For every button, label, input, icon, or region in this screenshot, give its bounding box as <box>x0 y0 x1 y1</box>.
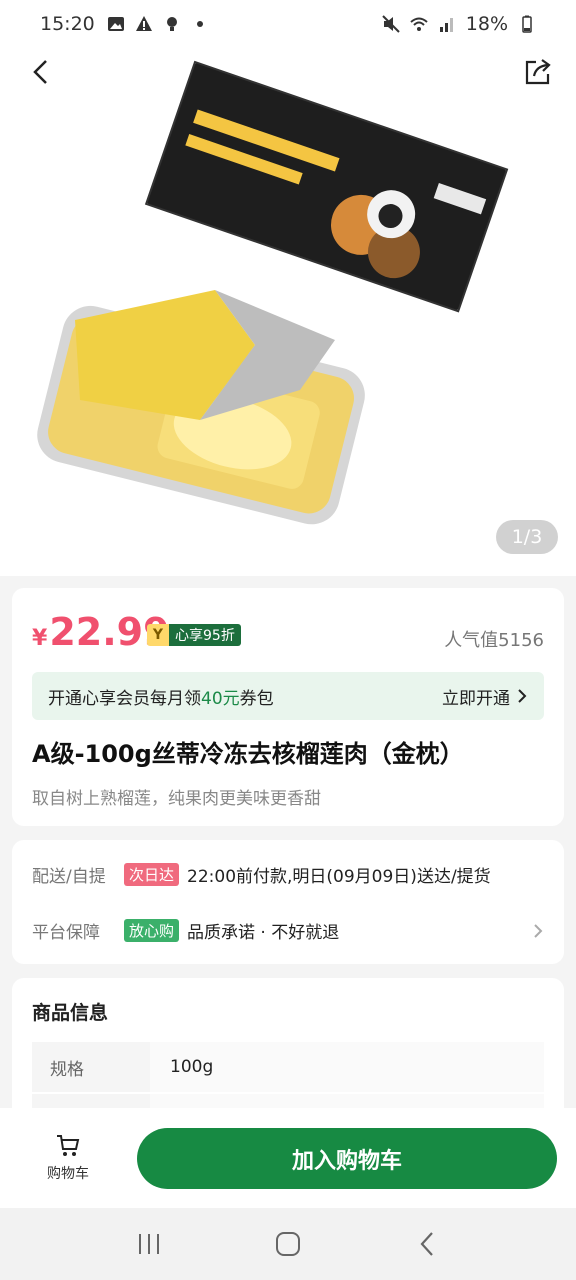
cart-button[interactable]: 购物车 <box>0 1133 136 1183</box>
recent-apps-icon <box>139 1234 160 1254</box>
bottom-action-bar: 购物车 加入购物车 <box>0 1108 576 1208</box>
spec-row: 规格 100g <box>32 1042 544 1092</box>
spec-key: 规格 <box>32 1042 150 1092</box>
signal-icon <box>439 18 453 32</box>
chevron-left-icon <box>33 60 47 84</box>
vip-amount: 40元 <box>201 688 240 709</box>
guarantee-label: 平台保障 <box>32 923 100 943</box>
recent-apps-button[interactable] <box>129 1224 169 1264</box>
bulb-icon <box>166 17 177 31</box>
price-currency: ¥ <box>32 626 48 651</box>
home-icon <box>275 1232 300 1256</box>
next-day-tag: 次日达 <box>124 863 180 886</box>
cart-label: 购物车 <box>47 1166 89 1182</box>
status-time: 15:20 <box>40 13 95 35</box>
back-arrow-icon <box>420 1232 433 1256</box>
product-image-carousel[interactable]: 1/3 <box>0 0 576 576</box>
battery-percent: 18% <box>465 13 508 35</box>
guarantee-row[interactable]: 平台保障 放心购 品质承诺 · 不好就退 <box>32 918 544 943</box>
member-discount-text: 心享95折 <box>169 624 241 646</box>
popularity-value: 人气值5156 <box>444 630 544 651</box>
warning-icon <box>135 16 152 31</box>
product-photo <box>0 0 576 576</box>
delivery-label: 配送/自提 <box>32 867 106 887</box>
vip-open-label: 立即开通 <box>442 688 510 709</box>
chevron-right-icon <box>534 923 543 938</box>
product-subtitle: 取自树上熟榴莲，纯果肉更美味更香甜 <box>32 789 321 809</box>
vip-promo-banner[interactable]: 开通心享会员每月领 40元 券包 立即开通 <box>32 672 544 720</box>
image-pager: 1/3 <box>496 520 558 554</box>
delivery-card: 配送/自提 次日达 22:00前付款,明日(09月09日)送达/提货 平台保障 … <box>12 840 564 964</box>
add-to-cart-button[interactable]: 加入购物车 <box>137 1128 557 1189</box>
system-navigation-bar <box>0 1208 576 1280</box>
chevron-right-icon <box>518 689 527 703</box>
info-title: 商品信息 <box>32 1002 109 1024</box>
vip-text-prefix: 开通心享会员每月领 <box>48 688 201 709</box>
share-icon <box>525 59 551 85</box>
cart-icon <box>57 1135 80 1156</box>
dot-icon <box>196 21 203 27</box>
battery-icon <box>522 15 532 33</box>
wifi-icon <box>410 17 428 31</box>
delivery-text: 22:00前付款,明日(09月09日)送达/提货 <box>187 867 491 887</box>
delivery-row: 配送/自提 次日达 22:00前付款,明日(09月09日)送达/提货 <box>32 862 544 887</box>
guarantee-text: 品质承诺 · 不好就退 <box>187 923 340 943</box>
share-button[interactable] <box>522 56 554 88</box>
back-button[interactable] <box>26 56 58 88</box>
product-title: A级-100g丝蒂冷冻去核榴莲肉（金枕） <box>32 740 464 768</box>
member-icon: Y <box>147 624 169 646</box>
vip-open-button[interactable]: 立即开通 <box>442 684 528 709</box>
system-back-button[interactable] <box>407 1224 447 1264</box>
spec-value: 100g <box>150 1042 544 1092</box>
vip-text-suffix: 券包 <box>239 688 274 709</box>
gallery-icon <box>107 17 124 31</box>
status-bar: 15:20 18% <box>0 0 576 48</box>
member-discount-badge: Y 心享95折 <box>147 624 241 646</box>
mute-icon <box>382 15 400 33</box>
home-button[interactable] <box>268 1224 308 1264</box>
guarantee-tag: 放心购 <box>124 919 180 942</box>
price-card: ¥ 22.99 Y 心享95折 人气值5156 开通心享会员每月领 40元 券包 立… <box>12 588 564 826</box>
